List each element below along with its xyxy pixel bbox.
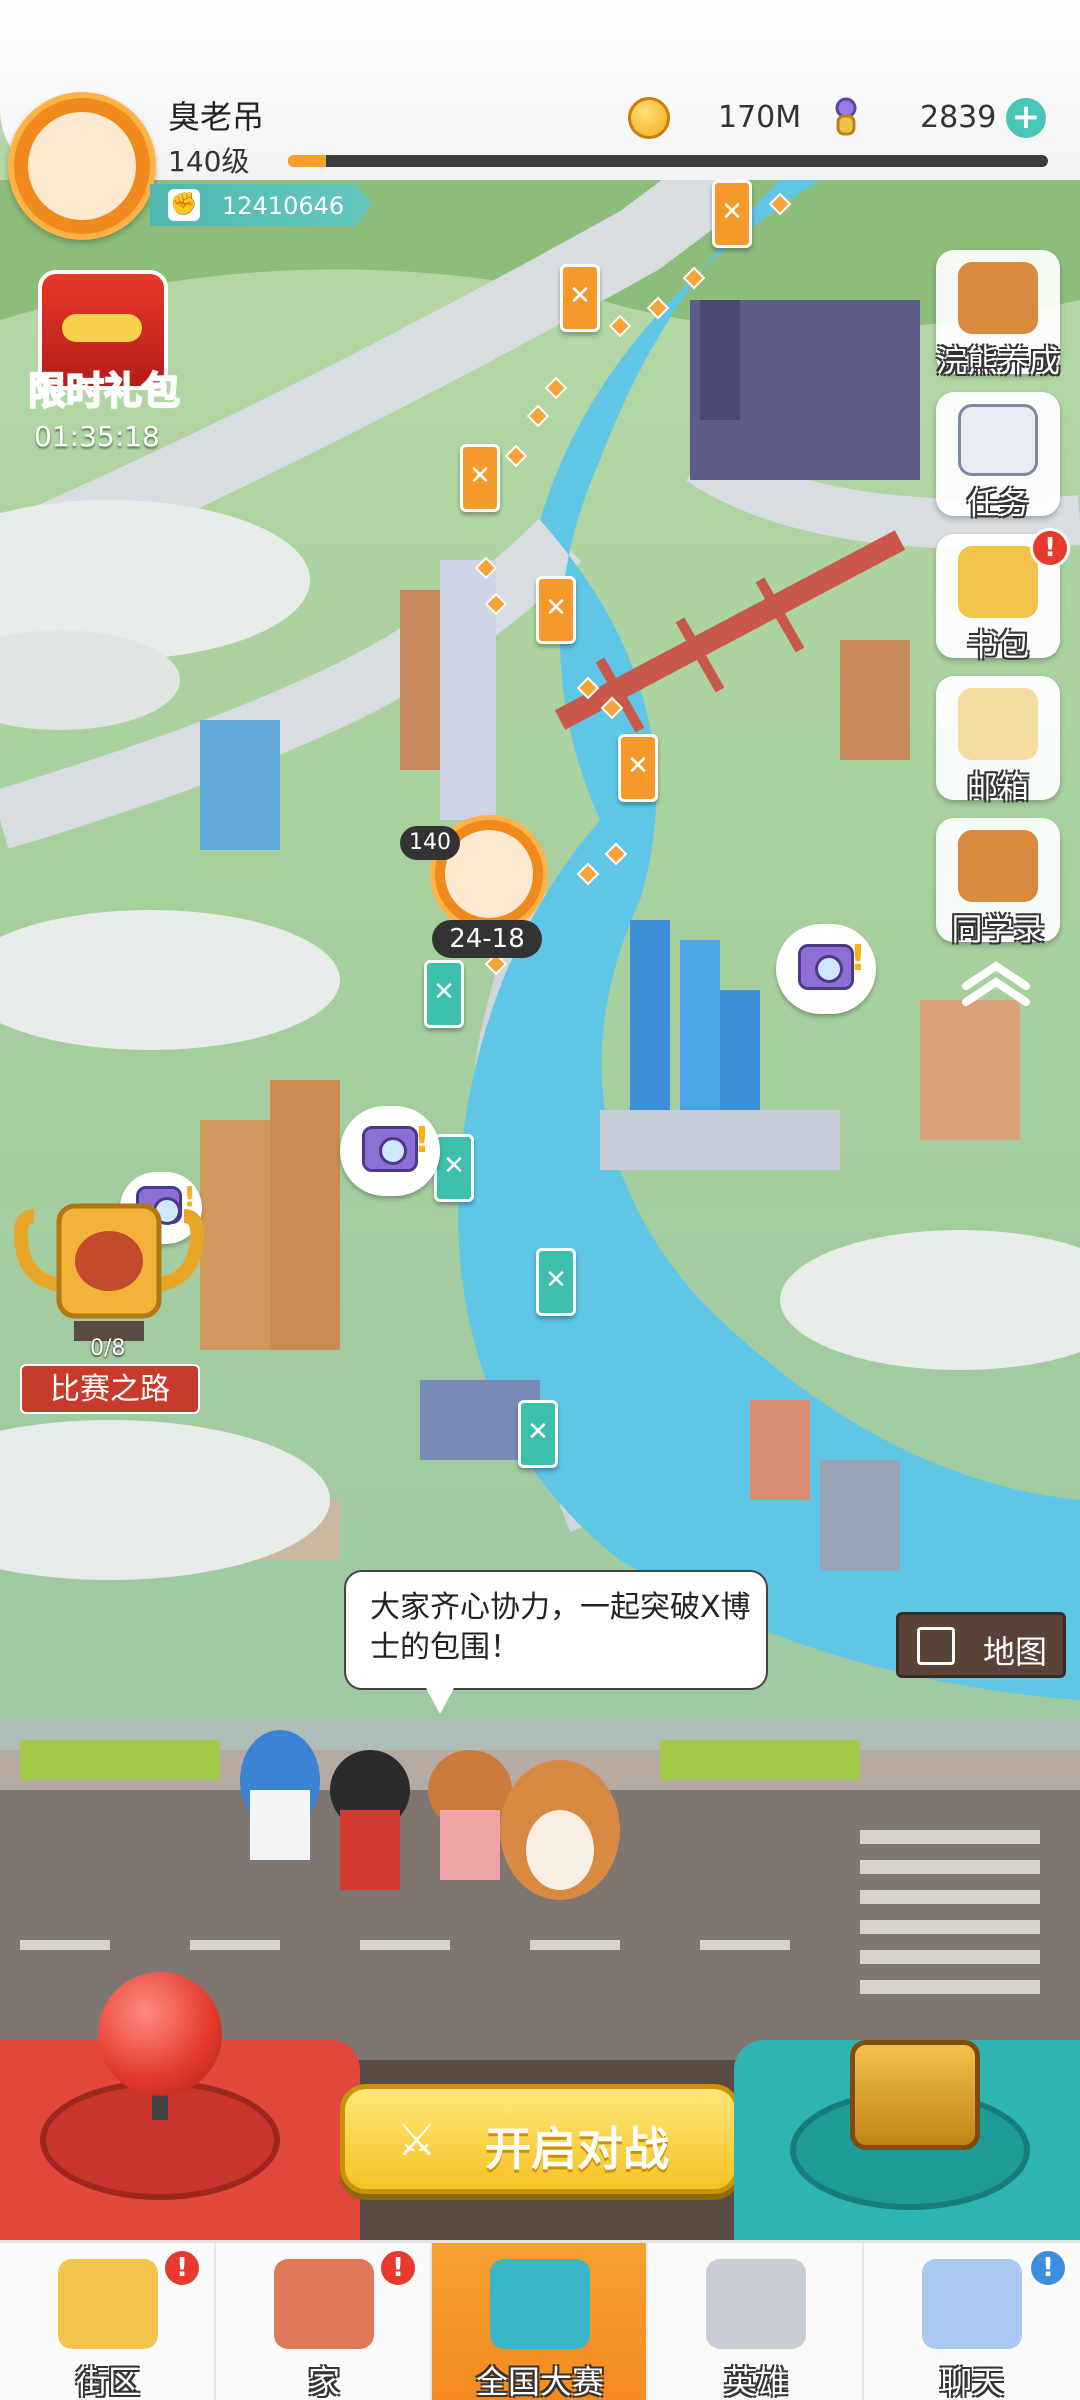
stage-flag[interactable] xyxy=(560,264,600,332)
start-battle-label: 开启对战 xyxy=(485,2122,669,2176)
coin-icon xyxy=(628,97,670,139)
pacifier-gem-icon xyxy=(835,97,857,136)
mailbox-button[interactable]: 邮箱 xyxy=(936,676,1060,806)
side-menu-label: 同学录 xyxy=(951,912,1045,948)
combat-power-badge: ✊ 12410646 xyxy=(150,184,372,226)
marker-level-badge: 140 xyxy=(400,826,460,860)
dialogue-text: 大家齐心协力，一起突破X博士的包围！ xyxy=(370,1590,751,1665)
house-icon xyxy=(274,2259,374,2349)
clipboard-icon xyxy=(958,404,1038,476)
gem-amount: 2839 xyxy=(920,100,997,135)
top-status-bar xyxy=(0,0,1080,180)
combat-power-value: 12410646 xyxy=(222,192,345,220)
stage-flag[interactable] xyxy=(618,734,658,802)
stage-flag[interactable] xyxy=(536,1248,576,1316)
joystick-knob[interactable] xyxy=(98,1972,222,2096)
stage-flag[interactable] xyxy=(712,180,752,248)
player-portrait-icon xyxy=(28,112,136,220)
crossed-swords-icon: ⚔ xyxy=(397,2115,437,2166)
nav-label: 家 xyxy=(307,2363,340,2400)
classmates-button[interactable]: 同学录 xyxy=(936,818,1060,948)
map-button[interactable]: 地图 xyxy=(896,1612,1066,1678)
camera-icon xyxy=(362,1126,418,1172)
stage-flag[interactable] xyxy=(518,1400,558,1468)
player-name: 臭老吊 xyxy=(168,98,265,136)
envelope-icon xyxy=(958,688,1038,760)
nav-label: 英雄 xyxy=(723,2363,788,2400)
side-menu-label: 邮箱 xyxy=(967,770,1029,806)
stage-flag[interactable] xyxy=(536,576,576,644)
stage-flag[interactable] xyxy=(460,444,500,512)
home-alert-badge: ! xyxy=(378,2248,418,2288)
trophy-icon xyxy=(490,2259,590,2349)
nav-label: 全国大赛 xyxy=(475,2363,604,2400)
limited-gift-label[interactable]: 限时礼包 xyxy=(27,360,181,415)
stage-flag[interactable] xyxy=(424,960,464,1028)
chat-alert-badge: ! xyxy=(1028,2248,1068,2288)
xp-progress-fill xyxy=(288,155,326,167)
raccoon-book-icon xyxy=(958,830,1038,902)
chat-bubble-icon xyxy=(922,2259,1022,2349)
camera-bubble[interactable]: ! xyxy=(340,1106,440,1196)
alert-icon: ! xyxy=(413,1120,430,1161)
xp-progress-bar xyxy=(288,155,1048,167)
tasks-button[interactable]: 任务 xyxy=(936,392,1060,522)
nav-label: 聊天 xyxy=(939,2363,1004,2400)
gift-countdown: 01:35:18 xyxy=(34,420,160,453)
hero-cards-icon xyxy=(706,2259,806,2349)
backpack-icon xyxy=(958,546,1038,618)
backpack-alert-badge: ! xyxy=(1030,528,1070,568)
current-stage-label: 24-18 xyxy=(432,920,542,958)
coin-amount: 170M xyxy=(718,100,802,135)
alert-icon: ! xyxy=(849,938,866,979)
trophy-progress: 0/8 xyxy=(90,1336,126,1361)
nav-heroes[interactable]: 英雄 xyxy=(648,2243,864,2400)
trophy-road-button[interactable]: 比赛之路 xyxy=(20,1364,200,1414)
nav-label: 街区 xyxy=(75,2363,140,2400)
nav-national-tournament[interactable]: 全国大赛 xyxy=(432,2243,648,2400)
dialogue-bubble: 大家齐心协力，一起突破X博士的包围！ xyxy=(344,1570,768,1714)
side-menu-label: 书包 xyxy=(967,628,1029,664)
fist-icon: ✊ xyxy=(168,189,200,221)
street-sign-icon xyxy=(58,2259,158,2349)
side-menu-label: 任务 xyxy=(967,486,1029,522)
treasure-chest-icon[interactable] xyxy=(850,2040,980,2150)
stage-flag[interactable] xyxy=(434,1134,474,1202)
raccoon-icon xyxy=(958,262,1038,334)
raccoon-training-button[interactable]: 浣熊养成 xyxy=(936,250,1060,380)
collapse-chevron-icon[interactable] xyxy=(956,958,1036,1008)
side-menu-label: 浣熊养成 xyxy=(936,344,1060,380)
map-icon xyxy=(917,1627,955,1665)
camera-bubble[interactable]: ! xyxy=(776,924,876,1014)
street-alert-badge: ! xyxy=(162,2248,202,2288)
camera-icon xyxy=(798,944,854,990)
map-button-label: 地图 xyxy=(983,1633,1048,1671)
player-avatar[interactable] xyxy=(8,92,156,240)
start-battle-button[interactable]: ⚔ 开启对战 xyxy=(340,2084,740,2194)
player-level: 140级 xyxy=(168,145,250,178)
add-currency-button[interactable]: + xyxy=(1006,98,1046,138)
trophy-icon[interactable] xyxy=(14,1196,204,1346)
